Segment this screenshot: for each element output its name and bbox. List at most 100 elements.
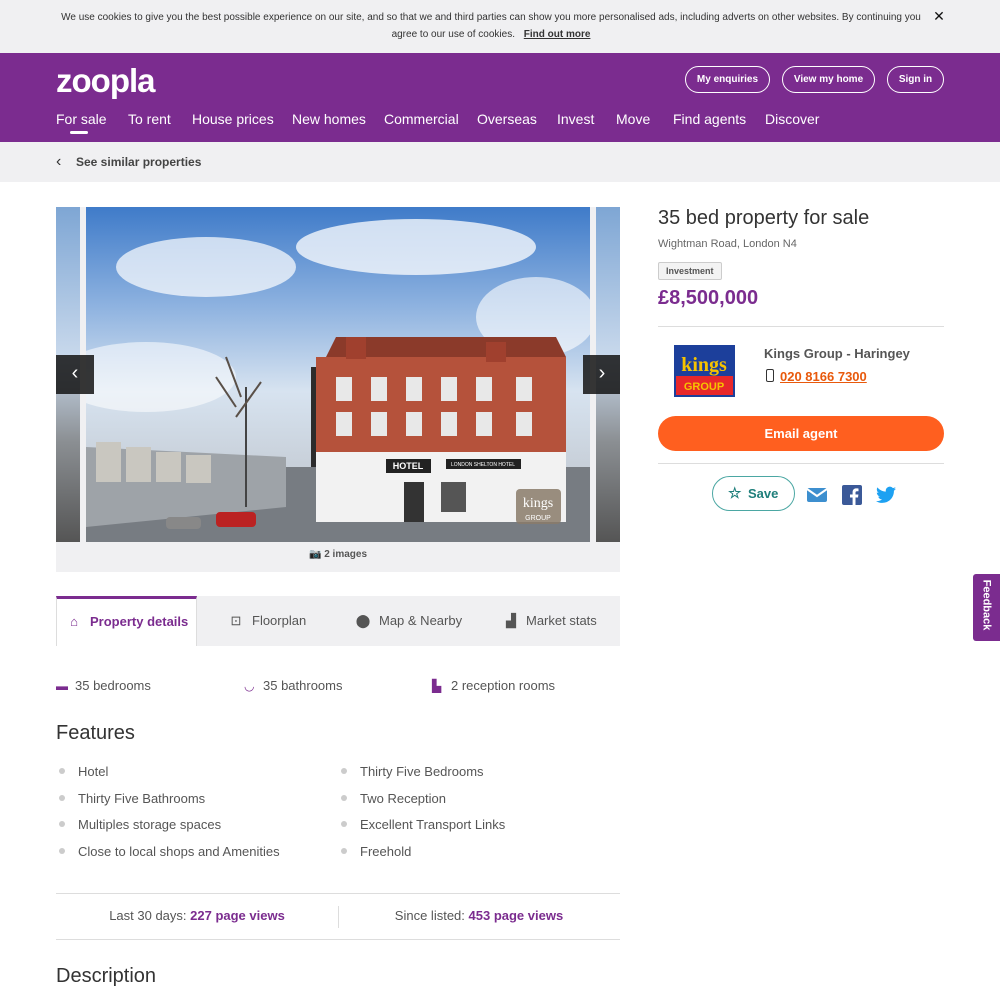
cookie-message: We use cookies to give you the best poss…: [61, 12, 921, 40]
agent-logo-bottom: GROUP: [684, 381, 724, 393]
image-count-label: 2 images: [324, 549, 368, 560]
bullet: [341, 768, 347, 774]
bedrooms-attribute: ▬ 35 bedrooms: [56, 678, 151, 693]
views-label: Since listed:: [394, 908, 465, 923]
bedrooms-label: 35 bedrooms: [75, 678, 151, 693]
chevron-left-icon[interactable]: ‹: [56, 153, 61, 171]
page-views: Last 30 days: 227 page views Since liste…: [56, 893, 620, 940]
bullet: [59, 848, 65, 854]
tab-map-nearby[interactable]: ⬤ Map & Nearby: [327, 596, 478, 646]
feature-item: Thirty Five Bathrooms: [78, 791, 206, 806]
listing-price: £8,500,000: [658, 287, 759, 309]
nav-find-agents[interactable]: Find agents: [673, 111, 746, 127]
feature-item: Freehold: [360, 844, 412, 859]
bathrooms-attribute: ◡ 35 bathrooms: [244, 678, 343, 693]
previous-image-button[interactable]: ‹: [56, 355, 94, 394]
divider: [658, 463, 944, 464]
save-button[interactable]: ☆ Save: [712, 476, 795, 511]
nav-active-indicator: [70, 131, 88, 134]
image-count[interactable]: 📷 2 images: [56, 549, 620, 560]
property-tabs: ⌂ Property details ⊡ Floorplan ⬤ Map & N…: [56, 596, 620, 646]
agent-logo-top: kings: [681, 354, 727, 376]
views-value: 227 page views: [190, 908, 285, 923]
tab-label: Map & Nearby: [379, 613, 463, 628]
camera-icon: 📷: [308, 549, 322, 560]
bath-icon: ◡: [244, 679, 255, 693]
bullet: [341, 795, 347, 801]
home-icon: ⌂: [70, 614, 78, 629]
nav-commercial[interactable]: Commercial: [384, 111, 459, 127]
chart-icon: ▟: [506, 613, 516, 628]
kings-group-logo: kings GROUP: [674, 345, 735, 397]
sofa-icon: ▙: [432, 679, 442, 693]
bullet: [341, 821, 347, 827]
feature-item: Close to local shops and Amenities: [78, 844, 280, 859]
features-heading: Features: [56, 722, 135, 744]
cookie-text: We use cookies to give you the best poss…: [55, 9, 927, 43]
phone-icon: [766, 369, 774, 382]
email-agent-button[interactable]: Email agent: [658, 416, 944, 451]
watermark-group: GROUP: [525, 515, 551, 522]
nav-invest[interactable]: Invest: [557, 111, 594, 127]
feature-item: Two Reception: [360, 791, 446, 806]
description-heading: Description: [56, 965, 157, 987]
agent-name[interactable]: Kings Group - Haringey: [764, 346, 910, 361]
feature-item: Hotel: [78, 764, 109, 779]
nav-overseas[interactable]: Overseas: [477, 111, 537, 127]
tab-property-details[interactable]: ⌂ Property details: [56, 596, 197, 646]
property-photo[interactable]: HOTEL LONDON SHELTON HOTEL kings GROUP: [86, 207, 590, 542]
bullet: [341, 848, 347, 854]
close-icon[interactable]: ✕: [930, 7, 948, 25]
my-enquiries-button[interactable]: My enquiries: [685, 66, 770, 93]
feedback-tab[interactable]: Feedback: [973, 574, 1000, 641]
nav-house-prices[interactable]: House prices: [192, 111, 274, 127]
hotel-name-sign: LONDON SHELTON HOTEL: [451, 462, 515, 468]
investment-badge: Investment: [658, 262, 722, 280]
views-label: Last 30 days:: [109, 908, 187, 923]
view-my-home-button[interactable]: View my home: [782, 66, 875, 93]
hotel-sign: HOTEL: [393, 461, 424, 471]
divider: [658, 326, 944, 327]
agent-logo[interactable]: kings GROUP: [674, 345, 735, 397]
email-share-icon[interactable]: [806, 485, 828, 505]
save-label: Save: [748, 486, 779, 501]
cookie-banner: We use cookies to give you the best poss…: [0, 0, 1000, 53]
listing-address: Wightman Road, London N4: [658, 238, 797, 250]
facebook-icon[interactable]: [842, 485, 862, 505]
site-header: zoopla My enquiries View my home Sign in…: [0, 53, 1000, 142]
next-image-button[interactable]: ›: [583, 355, 620, 394]
tab-label: Property details: [90, 614, 189, 629]
zoopla-logo[interactable]: zoopla: [56, 62, 155, 100]
hotel-building-image: HOTEL LONDON SHELTON HOTEL kings GROUP: [86, 219, 590, 542]
nav-move[interactable]: Move: [616, 111, 650, 127]
sign-in-button[interactable]: Sign in: [887, 66, 944, 93]
watermark-kings: kings: [523, 496, 553, 511]
reception-label: 2 reception rooms: [451, 678, 556, 693]
feature-item: Multiples storage spaces: [78, 817, 222, 832]
image-gallery: HOTEL LONDON SHELTON HOTEL kings GROUP ‹…: [56, 207, 620, 572]
tab-label: Floorplan: [252, 613, 307, 628]
since-listed-views: Since listed: 453 page views: [338, 908, 620, 923]
find-out-more-link[interactable]: Find out more: [524, 29, 591, 40]
reception-attribute: ▙ 2 reception rooms: [432, 678, 555, 693]
see-similar-link[interactable]: See similar properties: [76, 155, 201, 169]
nav-new-homes[interactable]: New homes: [292, 111, 366, 127]
last-30-days-views: Last 30 days: 227 page views: [56, 908, 338, 923]
tab-floorplan[interactable]: ⊡ Floorplan: [197, 596, 327, 646]
twitter-icon[interactable]: [876, 485, 896, 505]
nav-to-rent[interactable]: To rent: [128, 111, 171, 127]
nav-for-sale[interactable]: For sale: [56, 111, 107, 127]
feedback-label: Feedback: [980, 579, 993, 631]
star-icon: ☆: [728, 485, 742, 502]
bathrooms-label: 35 bathrooms: [263, 678, 343, 693]
nav-discover[interactable]: Discover: [765, 111, 819, 127]
tab-market-stats[interactable]: ▟ Market stats: [478, 596, 620, 646]
agent-phone-link[interactable]: 020 8166 7300: [780, 369, 867, 384]
tab-label: Market stats: [526, 613, 597, 628]
feature-item: Excellent Transport Links: [360, 817, 506, 832]
listing-title: 35 bed property for sale: [658, 207, 870, 229]
floorplan-icon: ⊡: [230, 613, 242, 628]
similar-properties-bar: ‹ See similar properties: [0, 142, 1000, 182]
views-value: 453 page views: [468, 908, 564, 923]
bullet: [59, 821, 65, 827]
